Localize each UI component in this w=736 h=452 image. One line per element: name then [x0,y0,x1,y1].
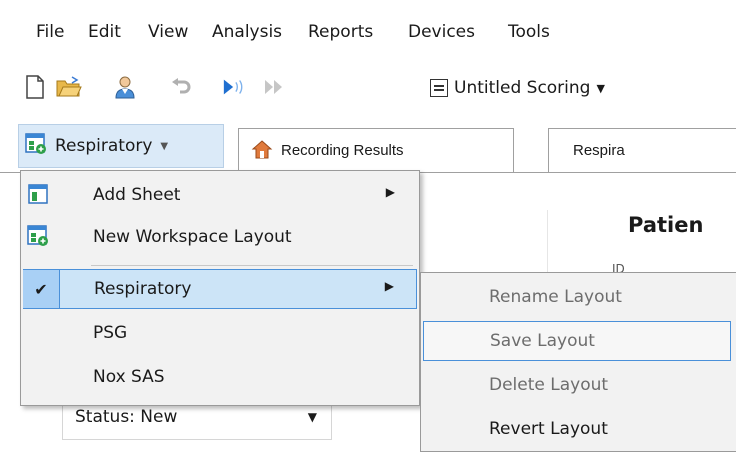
menu-item-label: PSG [93,323,128,343]
workspace-layout-icon [25,132,47,160]
undo-icon[interactable] [168,74,194,100]
layout-button-label: Respiratory [55,136,153,156]
menu-item-psg[interactable]: PSG [23,313,417,353]
scoring-selector[interactable]: Untitled Scoring ▼ [430,74,605,102]
submenu-item-rename-layout[interactable]: Rename Layout [423,277,731,317]
menu-file[interactable]: File [36,22,64,42]
submenu-item-save-layout[interactable]: Save Layout [423,321,731,361]
menu-reports[interactable]: Reports [308,22,373,42]
home-icon [251,139,273,163]
submenu-item-revert-layout[interactable]: Revert Layout [423,409,731,449]
submenu-item-label: Delete Layout [489,375,609,395]
menu-item-add-sheet[interactable]: Add Sheet ▶ [23,175,417,215]
layout-dropdown-button[interactable]: Respiratory ▼ [18,124,224,168]
chevron-right-icon: ▶ [385,185,395,199]
tab-recording-results[interactable]: Recording Results [238,128,514,172]
tab-label: Recording Results [281,142,404,159]
chevron-down-icon: ▼ [160,140,169,152]
status-value: Status: New [75,407,178,427]
menu-item-label: Respiratory [94,279,192,299]
layout-context-menu: Add Sheet ▶ New Workspace Layout Respira… [20,170,420,406]
tab-respiratory[interactable]: Respira [548,128,736,172]
fast-forward-icon[interactable] [262,74,288,100]
toolbar: Untitled Scoring ▼ [0,66,736,114]
menu-item-respiratory[interactable]: Respiratory ▶ [23,269,417,309]
menu-edit[interactable]: Edit [88,22,121,42]
submenu-item-label: Save Layout [490,331,595,351]
menu-item-new-workspace-layout[interactable]: New Workspace Layout [23,217,417,257]
menu-item-label: Add Sheet [93,185,181,205]
patient-heading: Patien [628,213,704,237]
menu-tools[interactable]: Tools [508,22,550,42]
submenu-item-label: Rename Layout [489,287,622,307]
open-folder-icon[interactable] [56,74,82,100]
scoring-label: Untitled Scoring [454,78,591,98]
checkmark-icon: ✔ [23,270,60,308]
chevron-down-icon: ▼ [596,81,605,95]
submenu-item-delete-layout[interactable]: Delete Layout [423,365,731,405]
new-document-icon[interactable] [22,74,48,100]
menu-devices[interactable]: Devices [408,22,475,42]
chevron-down-icon: ▼ [307,410,317,424]
menu-item-nox-sas[interactable]: Nox SAS [23,357,417,397]
chevron-right-icon: ▶ [384,279,394,293]
menu-bar: File Edit View Analysis Reports Devices … [0,0,736,64]
tab-label: Respira [573,142,625,159]
patient-icon[interactable] [112,74,138,100]
workspace-layout-icon [27,225,49,247]
layout-submenu: Rename Layout Save Layout Delete Layout … [420,272,736,452]
status-dropdown[interactable]: Status: New ▼ [62,400,332,440]
play-icon[interactable] [222,74,248,100]
menu-separator [91,265,413,266]
menu-item-label: New Workspace Layout [93,227,292,247]
menu-analysis[interactable]: Analysis [212,22,282,42]
submenu-item-label: Revert Layout [489,419,608,439]
sheet-icon [27,183,49,205]
scoring-list-icon [430,79,448,97]
menu-item-label: Nox SAS [93,367,165,387]
menu-view[interactable]: View [148,22,188,42]
